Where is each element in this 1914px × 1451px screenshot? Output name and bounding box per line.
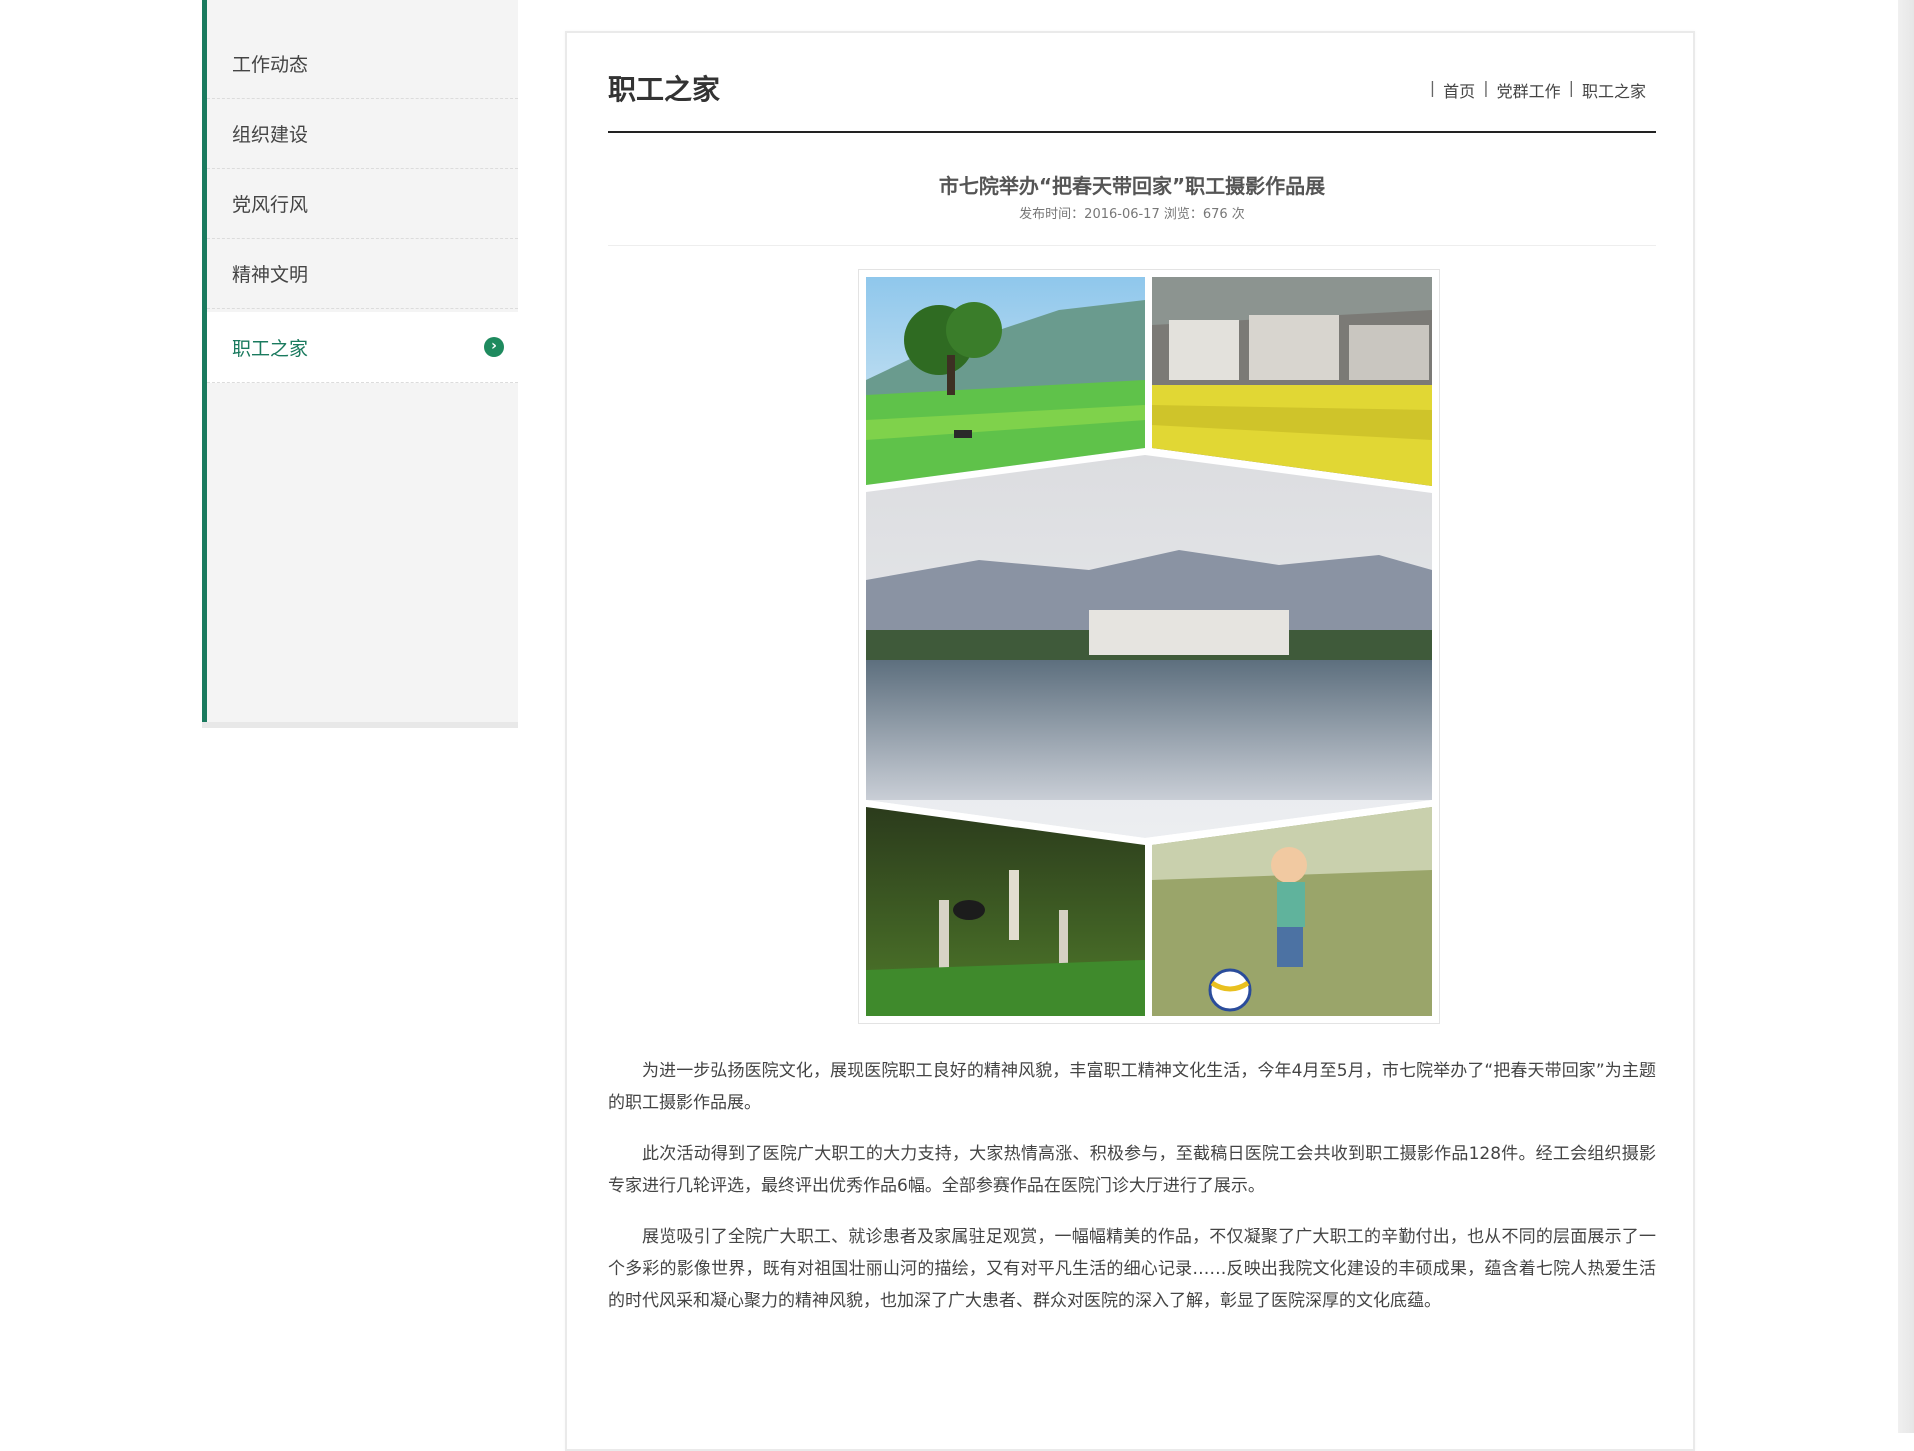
sidebar-item-label: 职工之家 (232, 337, 309, 360)
photo-lake-village-reflection (866, 455, 1432, 838)
sidebar-item-label: 组织建设 (232, 124, 309, 146)
article-body: 为进一步弘扬医院文化，展现医院职工良好的精神风貌，丰富职工精神文化生活，今年4月… (608, 1055, 1656, 1336)
sidebar-item-organization[interactable]: 组织建设 (207, 99, 518, 169)
title-divider (608, 131, 1656, 133)
photo-collage (858, 269, 1440, 1024)
sidebar-item-label: 党风行风 (232, 194, 309, 216)
sidebar-item-label: 精神文明 (232, 264, 309, 286)
breadcrumb-party-work-link[interactable]: 党群工作 (1497, 78, 1561, 102)
breadcrumb-home-link[interactable]: 首页 (1443, 78, 1475, 102)
sidebar-item-party-style[interactable]: 党风行风 (207, 169, 518, 239)
breadcrumb-separator: | (1568, 78, 1574, 97)
scrollbar-track[interactable] (1898, 0, 1914, 1433)
sidebar-item-label: 工作动态 (232, 54, 309, 76)
breadcrumb-separator: | (1429, 78, 1436, 97)
sidebar-bottom-edge (202, 722, 518, 728)
photo-village-rapeseed (1152, 277, 1432, 486)
article-meta: 发布时间：2016-06-17 浏览：676 次 (1019, 207, 1245, 222)
article-title: 市七院举办“把春天带回家”职工摄影作品展 (938, 174, 1326, 198)
photo-butterfly-flowers (866, 807, 1145, 1016)
chevron-right-circle-icon: › (484, 337, 504, 357)
sidebar-item-staff-home[interactable]: 职工之家 › (207, 312, 518, 383)
article-paragraph: 为进一步弘扬医院文化，展现医院职工良好的精神风貌，丰富职工精神文化生活，今年4月… (608, 1061, 1656, 1113)
breadcrumb: | 首页 | 党群工作 | 职工之家 (1422, 78, 1646, 102)
article-paragraph: 展览吸引了全院广大职工、就诊患者及家属驻足观赏，一幅幅精美的作品，不仅凝聚了广大… (608, 1227, 1656, 1311)
meta-divider (608, 245, 1656, 246)
photo-collage-image (866, 277, 1432, 1016)
breadcrumb-staff-home-link[interactable]: 职工之家 (1582, 78, 1646, 102)
photo-countryside-field (866, 277, 1145, 485)
sidebar-item-work-news[interactable]: 工作动态 (207, 29, 518, 99)
breadcrumb-separator: | (1483, 78, 1489, 97)
sidebar-item-spiritual-civilization[interactable]: 精神文明 (207, 239, 518, 309)
photo-child-playing (1152, 807, 1432, 1016)
page-title: 职工之家 (608, 73, 721, 106)
article-paragraph: 此次活动得到了医院广大职工的大力支持，大家热情高涨、积极参与，至截稿日医院工会共… (608, 1144, 1656, 1196)
